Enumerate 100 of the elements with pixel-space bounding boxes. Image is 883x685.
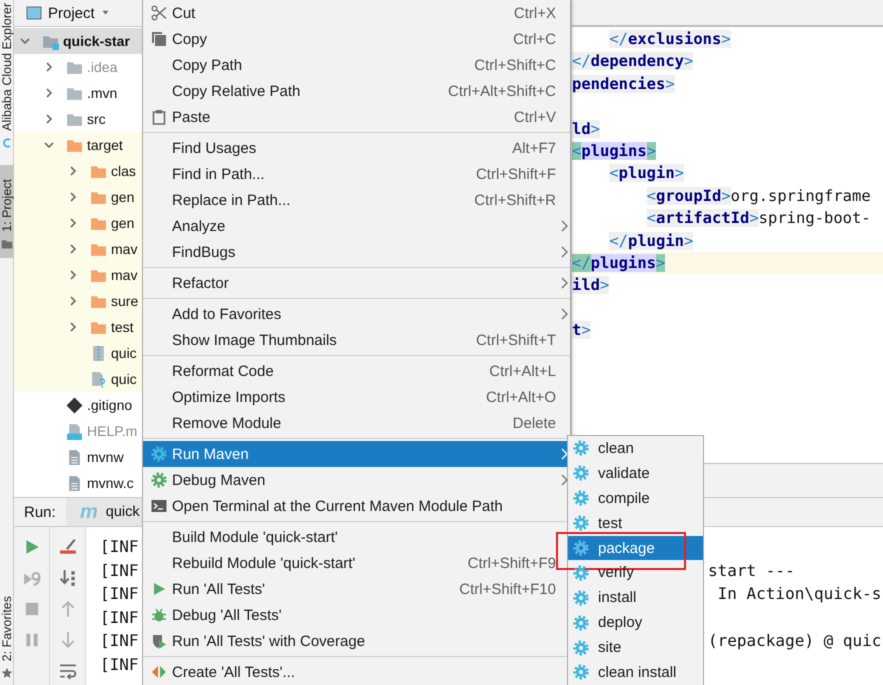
menu-item[interactable]: Debug 'All Tests': [143, 602, 570, 628]
scissors-icon: [150, 5, 166, 21]
console-text: [INF: [100, 536, 139, 558]
tree-item[interactable]: clas: [14, 158, 142, 184]
tool-window-tab[interactable]: Alibaba Cloud Explorer: [0, 3, 14, 131]
submenu-item[interactable]: validate: [568, 460, 703, 486]
keyboard-shortcut: Ctrl+Alt+L: [488, 362, 556, 380]
menu-item[interactable]: Run Maven: [143, 441, 570, 467]
menu-item[interactable]: Debug Maven: [143, 467, 570, 493]
menu-item[interactable]: Run 'All Tests' with Coverage: [143, 628, 570, 654]
tool-window-tab[interactable]: 2: Favorites: [0, 596, 14, 661]
menu-item[interactable]: Rebuild Module 'quick-start' Ctrl+Shift+F9: [143, 550, 570, 576]
arrows-icon: [150, 664, 166, 680]
tree-item[interactable]: quic: [14, 340, 142, 366]
gear-icon: [573, 614, 589, 631]
gear-icon: [573, 515, 589, 532]
tree-item[interactable]: gen: [14, 184, 142, 210]
tree-item[interactable]: mav: [14, 262, 142, 288]
tree-item[interactable]: sure: [14, 288, 142, 314]
menu-item[interactable]: Open Terminal at the Current Maven Module Path: [143, 493, 570, 519]
gear-icon: [573, 465, 589, 482]
gear-icon: [573, 540, 589, 556]
console-text: [INF: [100, 606, 139, 628]
menu-item[interactable]: Show Image Thumbnails Ctrl+Shift+T: [143, 327, 570, 353]
wrap-icon[interactable]: [58, 662, 76, 680]
panel-icon: [26, 5, 42, 21]
tree-item[interactable]: quic: [14, 366, 142, 392]
gear-icon: [573, 640, 589, 656]
diamond-icon: [66, 396, 83, 414]
menu-item[interactable]: Analyze: [143, 213, 570, 239]
submenu-item[interactable]: package: [568, 536, 703, 560]
menu-item[interactable]: Copy Relative Path Ctrl+Alt+Shift+C: [143, 78, 570, 104]
gear-icon: [573, 664, 589, 680]
code-line: <artifactId>spring-boot-: [646, 209, 871, 228]
keyboard-shortcut: Ctrl+Alt+O: [484, 388, 556, 406]
eraser-icon[interactable]: [58, 538, 76, 556]
tree-item[interactable]: .gitigno: [14, 392, 142, 418]
keyboard-shortcut: Ctrl+Alt+Shift+C: [447, 82, 556, 100]
keyboard-shortcut: Ctrl+Shift+F9: [466, 554, 556, 572]
run-tab[interactable]: m quick: [66, 498, 142, 526]
tree-item[interactable]: target: [14, 132, 142, 158]
menu-item[interactable]: Remove Module Delete: [143, 410, 570, 436]
keyboard-shortcut: Ctrl+Shift+C: [473, 56, 556, 74]
menu-item[interactable]: Create 'All Tests'...: [143, 659, 570, 685]
menu-item[interactable]: Cut Ctrl+X: [143, 0, 570, 26]
console-text: [INF: [100, 630, 139, 652]
keyboard-shortcut: Ctrl+Shift+F10: [458, 580, 556, 598]
menu-item[interactable]: Build Module 'quick-start': [143, 524, 570, 550]
submenu-item[interactable]: deploy: [568, 610, 703, 636]
tree-item[interactable]: quick-star: [14, 28, 142, 54]
menu-item[interactable]: Copy Path Ctrl+Shift+C: [143, 52, 570, 78]
console-text: [INF: [100, 654, 139, 676]
submenu-item[interactable]: site: [568, 635, 703, 660]
keyboard-shortcut: Ctrl+Shift+T: [474, 332, 556, 348]
console-text: In Action\quick-s: [716, 583, 882, 605]
menu-item[interactable]: Find Usages Alt+F7: [143, 135, 570, 161]
submenu-item[interactable]: compile: [568, 486, 703, 511]
tree-item[interactable]: .mvn: [14, 80, 142, 106]
submenu-item[interactable]: install: [568, 585, 703, 610]
tree-item[interactable]: test: [14, 314, 142, 340]
gear-icon: [573, 590, 589, 606]
maven-icon: m: [80, 500, 98, 524]
markdown-file-icon: [66, 422, 83, 440]
tree-item[interactable]: mvnw: [14, 444, 142, 470]
gear-icon: [573, 490, 589, 506]
submenu-item[interactable]: clean: [568, 436, 703, 461]
keyboard-shortcut: Ctrl+Shift+R: [473, 192, 556, 208]
menu-item[interactable]: Paste Ctrl+V: [143, 104, 570, 130]
keyboard-shortcut: Delete: [512, 414, 556, 432]
menu-item[interactable]: Copy Ctrl+C: [143, 26, 570, 52]
menu-item[interactable]: Add to Favorites: [143, 301, 570, 327]
submenu-item[interactable]: clean install: [568, 660, 703, 685]
coverage-icon: [150, 633, 166, 649]
menu-item[interactable]: Run 'All Tests' Ctrl+Shift+F10: [143, 576, 570, 602]
menu-item[interactable]: Optimize Imports Ctrl+Alt+O: [143, 384, 570, 410]
keyboard-shortcut: Ctrl+C: [512, 30, 556, 48]
tree-item[interactable]: gen: [14, 210, 142, 236]
archive-icon: [90, 344, 107, 362]
menu-item[interactable]: Reformat Code Ctrl+Alt+L: [143, 358, 570, 384]
panel-title: Run:: [24, 504, 56, 520]
console-text: [INF: [100, 583, 139, 605]
bug-icon: [150, 607, 166, 623]
terminal-icon: [150, 498, 166, 514]
menu-item[interactable]: Replace in Path... Ctrl+Shift+R: [143, 187, 570, 213]
keyboard-shortcut: Ctrl+V: [512, 108, 556, 126]
menu-item[interactable]: FindBugs: [143, 239, 570, 265]
menu-item[interactable]: Find in Path... Ctrl+Shift+F: [143, 161, 570, 187]
gear-icon: [150, 472, 166, 488]
file-icon: [66, 448, 83, 466]
tree-item[interactable]: mav: [14, 236, 142, 262]
menu-item[interactable]: Refactor: [143, 270, 570, 296]
tree-item[interactable]: src: [14, 106, 142, 132]
console-text: (repackage) @ quic: [708, 630, 882, 652]
console-text: [INF: [100, 560, 139, 582]
sort-icon[interactable]: [58, 569, 76, 587]
file-icon: [66, 474, 83, 492]
keyboard-shortcut: Alt+F7: [511, 140, 556, 156]
submenu-item[interactable]: test: [568, 510, 703, 536]
keyboard-shortcut: Ctrl+X: [512, 4, 556, 22]
tree-item[interactable]: mvnw.c: [14, 470, 142, 496]
